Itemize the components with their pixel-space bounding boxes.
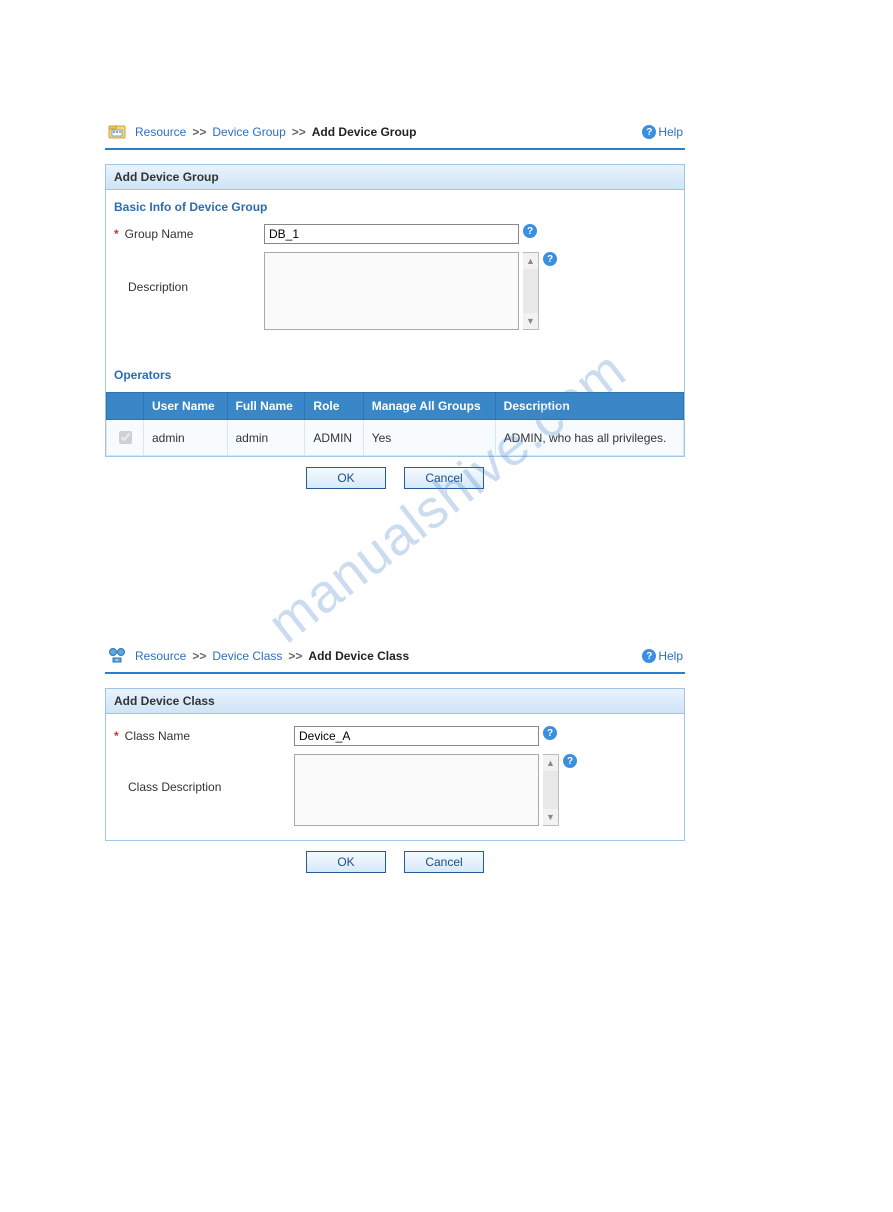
hint-icon[interactable]: ? xyxy=(543,252,557,266)
label-group-name: * Group Name xyxy=(114,224,264,241)
hint-icon[interactable]: ? xyxy=(523,224,537,238)
breadcrumb-current: Add Device Group xyxy=(312,125,417,139)
add-device-class-region: T Resource >> Device Class >> Add Device… xyxy=(105,644,685,873)
breadcrumb-separator: >> xyxy=(292,125,306,139)
class-name-input[interactable] xyxy=(294,726,539,746)
row-group-name: * Group Name ? xyxy=(106,220,684,248)
breadcrumb: T Resource >> Device Class >> Add Device… xyxy=(107,646,409,666)
row-description: Description ▲ ▼ ? xyxy=(106,248,684,334)
scroll-up-icon[interactable]: ▲ xyxy=(523,253,538,269)
required-mark: * xyxy=(114,227,119,241)
section-basic-info: Basic Info of Device Group xyxy=(106,190,684,220)
button-row: OK Cancel xyxy=(105,467,685,489)
help-icon: ? xyxy=(642,125,656,139)
col-user-name: User Name xyxy=(144,393,228,420)
group-name-input[interactable] xyxy=(264,224,519,244)
help-label: Help xyxy=(658,649,683,663)
scroll-up-icon[interactable]: ▲ xyxy=(543,755,558,771)
row-checkbox[interactable] xyxy=(119,431,132,444)
section-operators: Operators xyxy=(106,358,684,388)
cell-full-name: admin xyxy=(227,420,305,456)
cell-description: ADMIN, who has all privileges. xyxy=(495,420,683,456)
panel-title: Add Device Class xyxy=(106,689,684,714)
help-link[interactable]: ? Help xyxy=(642,125,683,139)
label-group-name-text: Group Name xyxy=(125,227,194,241)
breadcrumb-separator: >> xyxy=(288,649,302,663)
breadcrumb-separator: >> xyxy=(192,649,206,663)
add-device-group-panel: Add Device Group Basic Info of Device Gr… xyxy=(105,164,685,457)
textarea-scrollbar[interactable]: ▲ ▼ xyxy=(523,252,539,330)
label-class-name: * Class Name xyxy=(114,726,294,743)
button-row: OK Cancel xyxy=(105,851,685,873)
breadcrumb-current: Add Device Class xyxy=(308,649,409,663)
resource-icon xyxy=(107,122,127,142)
label-class-description-text: Class Description xyxy=(128,780,221,794)
cancel-button[interactable]: Cancel xyxy=(404,467,484,489)
breadcrumb-link-device-class[interactable]: Device Class xyxy=(212,649,282,663)
help-label: Help xyxy=(658,125,683,139)
cell-manage-all: Yes xyxy=(363,420,495,456)
add-device-group-region: Resource >> Device Group >> Add Device G… xyxy=(105,120,685,489)
description-textarea[interactable] xyxy=(264,252,519,330)
cell-user-name: admin xyxy=(144,420,228,456)
hint-icon[interactable]: ? xyxy=(563,754,577,768)
breadcrumb-link-resource[interactable]: Resource xyxy=(135,649,186,663)
col-manage-all: Manage All Groups xyxy=(363,393,495,420)
ok-button[interactable]: OK xyxy=(306,851,386,873)
breadcrumb-row: Resource >> Device Group >> Add Device G… xyxy=(105,120,685,150)
table-row: admin admin ADMIN Yes ADMIN, who has all… xyxy=(107,420,684,456)
label-class-description: Class Description xyxy=(114,754,294,794)
breadcrumb-row: T Resource >> Device Class >> Add Device… xyxy=(105,644,685,674)
label-description-text: Description xyxy=(128,280,188,294)
textarea-scrollbar[interactable]: ▲ ▼ xyxy=(543,754,559,826)
add-device-class-panel: Add Device Class * Class Name ? Class De… xyxy=(105,688,685,841)
required-mark: * xyxy=(114,729,119,743)
col-checkbox xyxy=(107,393,144,420)
breadcrumb-link-device-group[interactable]: Device Group xyxy=(212,125,285,139)
col-description: Description xyxy=(495,393,683,420)
class-description-textarea[interactable] xyxy=(294,754,539,826)
row-class-name: * Class Name ? xyxy=(106,722,684,750)
hint-icon[interactable]: ? xyxy=(543,726,557,740)
row-class-description: Class Description ▲ ▼ ? xyxy=(106,750,684,830)
cell-role: ADMIN xyxy=(305,420,363,456)
breadcrumb-separator: >> xyxy=(192,125,206,139)
col-full-name: Full Name xyxy=(227,393,305,420)
help-icon: ? xyxy=(642,649,656,663)
operators-table: User Name Full Name Role Manage All Grou… xyxy=(106,392,684,456)
label-description: Description xyxy=(114,252,264,294)
panel-title: Add Device Group xyxy=(106,165,684,190)
breadcrumb-link-resource[interactable]: Resource xyxy=(135,125,186,139)
col-role: Role xyxy=(305,393,363,420)
scroll-down-icon[interactable]: ▼ xyxy=(543,809,558,825)
label-class-name-text: Class Name xyxy=(125,729,190,743)
help-link[interactable]: ? Help xyxy=(642,649,683,663)
cancel-button[interactable]: Cancel xyxy=(404,851,484,873)
device-class-icon: T xyxy=(107,646,127,666)
scroll-down-icon[interactable]: ▼ xyxy=(523,313,538,329)
breadcrumb: Resource >> Device Group >> Add Device G… xyxy=(107,122,416,142)
ok-button[interactable]: OK xyxy=(306,467,386,489)
